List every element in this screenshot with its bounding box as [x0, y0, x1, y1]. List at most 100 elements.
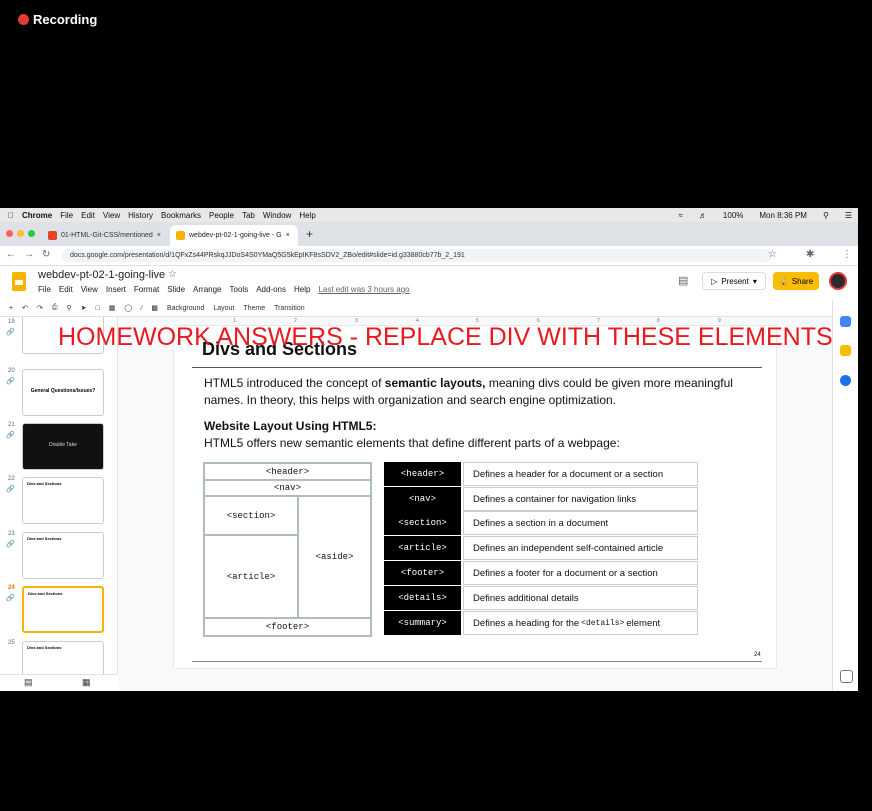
menu-addons[interactable]: Add-ons [256, 285, 286, 294]
screen-share:  Chrome File Edit View History Bookmark… [0, 208, 858, 691]
minimize-window-button[interactable] [17, 230, 24, 237]
browser-menu-icon[interactable]: ⋮ [842, 249, 852, 260]
new-tab-icon[interactable]: + [306, 227, 313, 241]
intro-paragraph[interactable]: HTML5 introduced the concept of semantic… [204, 375, 744, 409]
menu-people[interactable]: People [209, 211, 234, 220]
spotlight-search-icon[interactable]: ⚲ [823, 211, 829, 220]
comments-icon[interactable]: ▤ [678, 274, 688, 287]
slide[interactable]: Divs and Sections HTML5 introduced the c… [174, 326, 776, 668]
transition-button[interactable]: Transition [274, 305, 304, 312]
app-menu[interactable]: Chrome [22, 211, 52, 220]
battery-level[interactable]: 100% [723, 211, 743, 220]
desc-cell: Defines a heading for the <details> elemen… [463, 611, 698, 635]
clock[interactable]: Mon 8:36 PM [759, 211, 807, 220]
layout-diagram[interactable]: <header> <nav> <section> <article> <asid… [203, 462, 372, 637]
tasks-icon[interactable] [840, 375, 851, 386]
menu-help[interactable]: Help [294, 285, 310, 294]
select-icon[interactable]: ➤ [81, 304, 87, 312]
menu-insert[interactable]: Insert [106, 285, 126, 294]
close-tab-icon[interactable]: × [286, 232, 290, 239]
slides-favicon-icon [176, 231, 185, 240]
reload-icon[interactable]: ↻ [42, 249, 50, 260]
menu-tab[interactable]: Tab [242, 211, 255, 220]
browser-tab-2[interactable]: webdev-pt-02-1-going-live - G × [170, 225, 298, 246]
url-field[interactable]: docs.google.com/presentation/d/1QFxZs44P… [62, 249, 772, 262]
star-icon[interactable]: ☆ [168, 269, 177, 280]
menu-file[interactable]: File [60, 211, 73, 220]
slide-thumbnail[interactable]: Double Take [22, 423, 104, 470]
last-edit-link[interactable]: Last edit was 3 hours ago [318, 285, 409, 294]
slides-logo-icon[interactable] [12, 272, 26, 291]
menu-tools[interactable]: Tools [230, 285, 249, 294]
subheading-text[interactable]: HTML5 offers new semantic elements that … [204, 436, 620, 450]
subheading[interactable]: Website Layout Using HTML5: [204, 419, 376, 433]
menu-window[interactable]: Window [263, 211, 291, 220]
menu-arrange[interactable]: Arrange [193, 285, 221, 294]
thumbnail-text: Double Take [49, 442, 77, 448]
comment-add-icon[interactable]: ▩ [151, 304, 158, 312]
list-view-icon[interactable]: ▤ [24, 677, 33, 688]
tag-cell: <nav> [384, 487, 461, 511]
menu-file[interactable]: File [38, 285, 51, 294]
gitlab-favicon-icon [48, 231, 57, 240]
image-icon[interactable]: ▦ [109, 304, 116, 312]
share-button[interactable]: 🔒 Share [773, 272, 819, 290]
menu-view[interactable]: View [81, 285, 98, 294]
table-row: <summary> Defines a heading for the <deta… [384, 611, 700, 635]
browser-tab-1[interactable]: 01-HTML-Git-CSS/mentioned × [42, 225, 164, 246]
menu-slide[interactable]: Slide [167, 285, 185, 294]
menu-help[interactable]: Help [299, 211, 315, 220]
zoom-icon[interactable]: ⚲ [66, 304, 71, 312]
volume-icon[interactable]: ♬ [699, 211, 707, 220]
grid-view-icon[interactable]: ▦ [82, 677, 91, 688]
definitions-table[interactable]: <header> Defines a header for a document… [384, 462, 700, 636]
present-button[interactable]: ▷ Present ▾ [702, 272, 766, 290]
bookmark-star-icon[interactable]: ☆ [768, 249, 777, 260]
menu-bookmarks[interactable]: Bookmarks [161, 211, 201, 220]
control-center-icon[interactable]: ☰ [845, 211, 852, 220]
table-row: <article> Defines an independent self-co… [384, 536, 700, 560]
desc-text: Defines a heading for the [473, 617, 580, 629]
link-icon: 🔗 [6, 595, 15, 602]
document-title[interactable]: webdev-pt-02-1-going-live [38, 269, 165, 281]
layout-button[interactable]: Layout [213, 305, 234, 312]
line-icon[interactable]: ∕ [141, 305, 142, 312]
shape-icon[interactable]: ◯ [124, 304, 132, 312]
print-icon[interactable]: ⎙ [52, 304, 58, 312]
slide-thumbnail[interactable]: Divs and Sections [22, 532, 104, 579]
close-tab-icon[interactable]: × [157, 232, 161, 239]
slide-thumbnail[interactable]: General Questions/Issues? [22, 369, 104, 416]
text-box-icon[interactable]: □ [95, 305, 99, 312]
background-button[interactable]: Background [167, 305, 204, 312]
keep-icon[interactable] [840, 345, 851, 356]
menu-view[interactable]: View [103, 211, 120, 220]
chevron-down-icon[interactable]: ▾ [753, 277, 757, 286]
undo-icon[interactable]: ↶ [22, 304, 28, 312]
wifi-icon[interactable]: ≈ [679, 211, 683, 220]
menu-edit[interactable]: Edit [59, 285, 73, 294]
tab-label: webdev-pt-02-1-going-live - G [189, 232, 282, 239]
calendar-icon[interactable] [840, 316, 851, 327]
back-icon[interactable]: ← [6, 249, 16, 260]
slide-thumbnail[interactable]: Divs and Sections [22, 586, 104, 633]
apple-icon[interactable]:  [8, 211, 14, 220]
redo-icon[interactable]: ↷ [37, 304, 43, 312]
avatar[interactable] [829, 272, 847, 290]
link-icon: 🔗 [6, 329, 15, 336]
close-window-button[interactable] [6, 230, 13, 237]
menu-edit[interactable]: Edit [81, 211, 95, 220]
thumbnail-text: Divs and Sections [27, 536, 62, 541]
theme-button[interactable]: Theme [243, 305, 265, 312]
explore-icon[interactable] [840, 670, 853, 683]
menu-format[interactable]: Format [134, 285, 159, 294]
maximize-window-button[interactable] [28, 230, 35, 237]
slide-thumbnail[interactable]: Divs and Sections [22, 641, 104, 674]
extensions-icon[interactable]: ✱ [806, 249, 814, 260]
menu-history[interactable]: History [128, 211, 153, 220]
slide-thumbnail[interactable]: Divs and Sections [22, 477, 104, 524]
forward-icon[interactable]: → [24, 249, 34, 260]
new-slide-icon[interactable]: + [9, 305, 13, 312]
link-icon: 🔗 [6, 378, 15, 385]
filmstrip-footer: ▤ ▦ [0, 674, 117, 691]
app-menu-bar: File Edit View Insert Format Slide Arran… [38, 285, 410, 294]
